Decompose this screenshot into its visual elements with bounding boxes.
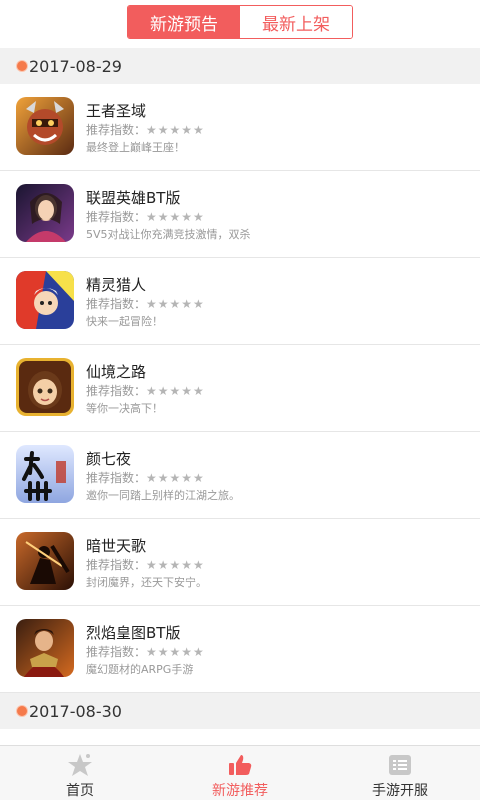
nav-home-label: 首页 [66,783,94,799]
game-title: 仙境之路 [86,363,147,381]
game-item[interactable]: 仙境之路 推荐指数：★★★★★ 等你一决高下！ [0,345,480,432]
tab-switcher: 新游预告 最新上架 [127,5,353,39]
app-screen: 新游预告 最新上架 2017-08-29 王者圣域 推荐指数：★★★★★ 最终登… [0,0,480,800]
nav-new-games-label: 新游推荐 [212,783,268,799]
game-list: 王者圣域 推荐指数：★★★★★ 最终登上巅峰王座！ 联盟英雄BT版 推荐指数：★… [0,84,480,693]
nav-new-games[interactable]: 新游推荐 [160,746,320,800]
star-icon [68,754,92,776]
game-description: 快来一起冒险！ [86,315,163,328]
date-label: 2017-08-29 [29,56,122,76]
game-rating: 推荐指数：★★★★★ [86,471,205,485]
date-label: 2017-08-30 [29,701,122,721]
game-rating: 推荐指数：★★★★★ [86,558,205,572]
game-icon-lianmeng [16,184,74,242]
date-header: 2017-08-30 [0,693,480,729]
rating-stars-icon: ★★★★★ [146,123,205,137]
date-header: 2017-08-29 [0,48,480,84]
game-description: 5V5对战让你充满竞技激情，双杀 [86,228,251,241]
game-description: 魔幻题材的ARPG手游 [86,663,194,676]
game-description: 邀你一同踏上别样的江湖之旅。 [86,489,240,502]
game-rating: 推荐指数：★★★★★ [86,645,205,659]
rating-stars-icon: ★★★★★ [146,558,205,572]
game-title: 联盟英雄BT版 [86,189,181,207]
game-icon-wangzhe [16,97,74,155]
game-rating: 推荐指数：★★★★★ [86,123,205,137]
game-icon-xianjing [16,358,74,416]
rating-stars-icon: ★★★★★ [146,297,205,311]
top-bar: 新游预告 最新上架 [0,0,480,48]
rating-stars-icon: ★★★★★ [146,471,205,485]
nav-server-open[interactable]: 手游开服 [320,746,480,800]
game-title: 烈焰皇图BT版 [86,624,181,642]
bottom-nav: 首页 新游推荐 手游开服 [0,745,480,800]
game-item[interactable]: 王者圣域 推荐指数：★★★★★ 最终登上巅峰王座！ [0,84,480,171]
game-icon-jingling [16,271,74,329]
game-rating: 推荐指数：★★★★★ [86,297,205,311]
game-description: 封闭魔界，还天下安宁。 [86,576,207,589]
list-icon [389,755,411,775]
game-item[interactable]: 精灵猎人 推荐指数：★★★★★ 快来一起冒险！ [0,258,480,345]
nav-server-open-label: 手游开服 [372,783,428,799]
game-icon-anshi [16,532,74,590]
date-dot-icon [17,706,27,716]
game-description: 等你一决高下！ [86,402,163,415]
game-icon-lieyan [16,619,74,677]
game-item[interactable]: 联盟英雄BT版 推荐指数：★★★★★ 5V5对战让你充满竞技激情，双杀 [0,171,480,258]
nav-home[interactable]: 首页 [0,746,160,800]
game-rating: 推荐指数：★★★★★ [86,210,205,224]
game-title: 颜七夜 [86,450,132,468]
game-description: 最终登上巅峰王座！ [86,141,185,154]
game-icon-yanqiye [16,445,74,503]
game-item[interactable]: 烈焰皇图BT版 推荐指数：★★★★★ 魔幻题材的ARPG手游 [0,606,480,693]
game-title: 王者圣域 [86,102,147,120]
tab-upcoming-games[interactable]: 新游预告 [128,6,240,38]
rating-stars-icon: ★★★★★ [146,210,205,224]
date-dot-icon [17,61,27,71]
game-rating: 推荐指数：★★★★★ [86,384,205,398]
game-title: 精灵猎人 [86,276,147,294]
tab-new-releases[interactable]: 最新上架 [240,6,352,38]
thumbs-up-icon [229,755,252,775]
game-item[interactable]: 颜七夜 推荐指数：★★★★★ 邀你一同踏上别样的江湖之旅。 [0,432,480,519]
rating-stars-icon: ★★★★★ [146,384,205,398]
game-item[interactable]: 暗世天歌 推荐指数：★★★★★ 封闭魔界，还天下安宁。 [0,519,480,606]
game-title: 暗世天歌 [86,537,147,555]
rating-stars-icon: ★★★★★ [146,645,205,659]
